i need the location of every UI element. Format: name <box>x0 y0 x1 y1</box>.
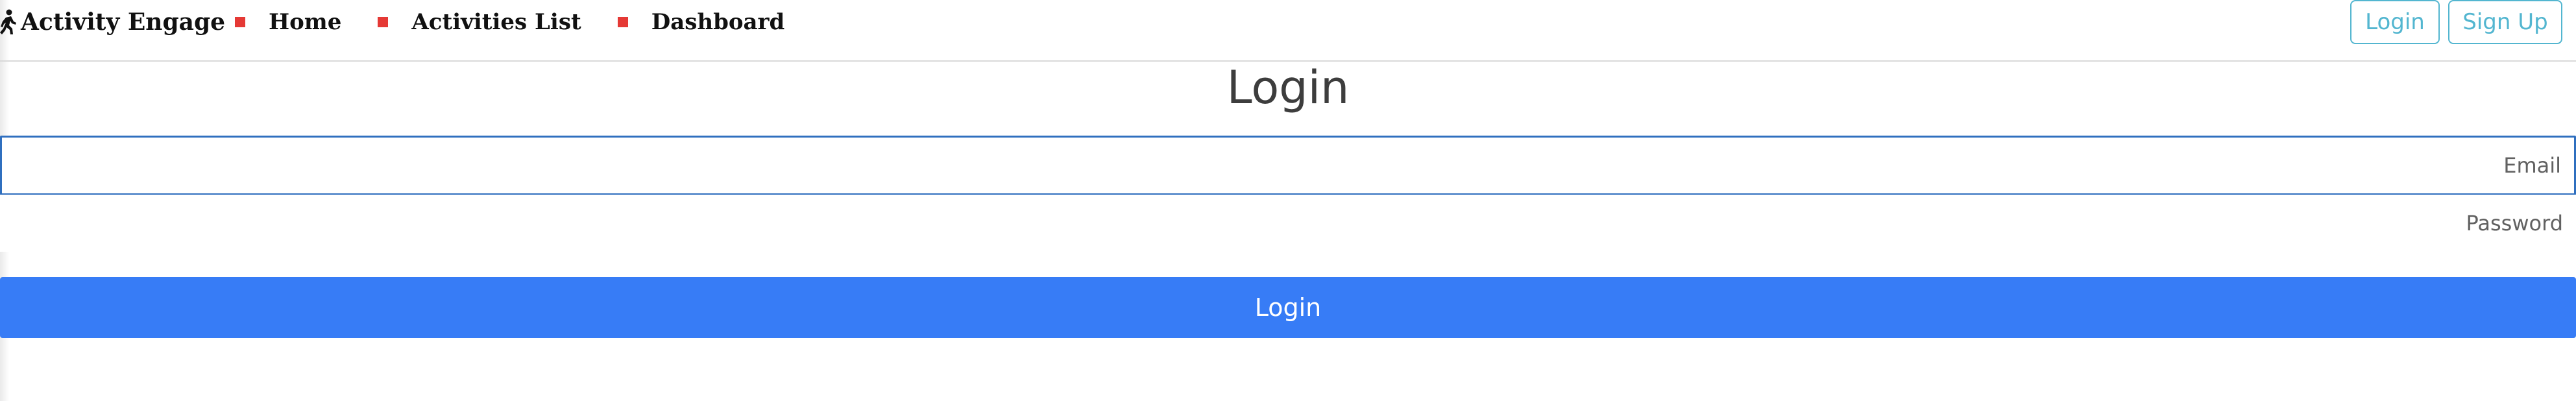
email-field[interactable] <box>0 136 2576 195</box>
login-submit-button[interactable]: Login <box>0 277 2576 338</box>
password-field[interactable] <box>0 195 2576 252</box>
top-navbar: Activity Engage Home Activities List Das… <box>0 0 2576 62</box>
red-square-bullet-icon <box>378 17 389 27</box>
nav-item-dashboard[interactable]: Dashboard <box>617 9 785 35</box>
person-walking-icon <box>0 9 16 34</box>
nav-item-activities-list[interactable]: Activities List <box>378 9 581 35</box>
nav-item-label: Dashboard <box>651 9 785 35</box>
nav-item-home[interactable]: Home <box>235 9 341 35</box>
red-square-bullet-icon <box>235 17 245 27</box>
login-page: Activity Engage Home Activities List Das… <box>0 0 2576 401</box>
nav-login-button[interactable]: Login <box>2350 0 2440 44</box>
main-nav: Home Activities List Dashboard <box>235 4 821 40</box>
nav-item-label: Activities List <box>411 9 581 35</box>
red-square-bullet-icon <box>617 17 628 27</box>
nav-signup-button[interactable]: Sign Up <box>2448 0 2562 44</box>
brand-logo[interactable]: Activity Engage <box>0 4 225 40</box>
nav-item-label: Home <box>269 9 342 35</box>
page-title: Login <box>1226 61 1350 114</box>
brand-name: Activity Engage <box>21 8 226 36</box>
